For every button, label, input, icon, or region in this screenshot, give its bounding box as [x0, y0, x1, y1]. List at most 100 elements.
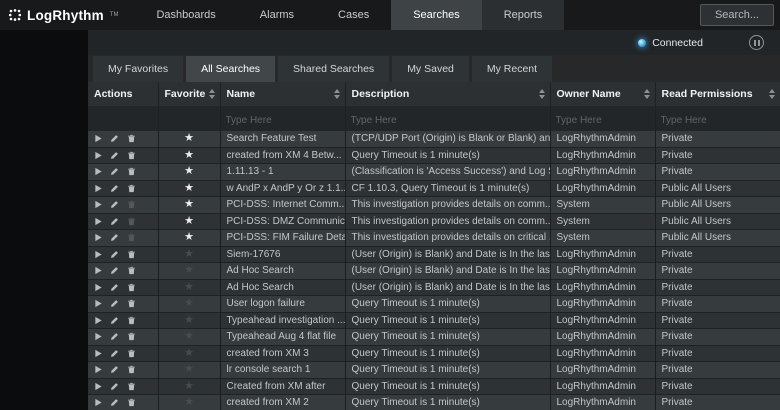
- edit-icon[interactable]: [108, 298, 122, 309]
- run-search-icon[interactable]: [91, 183, 105, 194]
- delete-icon[interactable]: [125, 199, 139, 210]
- delete-icon[interactable]: [125, 364, 139, 375]
- run-search-icon[interactable]: [91, 249, 105, 260]
- table-row[interactable]: ★ 1.11.13 - 1 (Classification is 'Access…: [88, 164, 780, 181]
- favorite-star[interactable]: ★: [184, 149, 194, 161]
- delete-icon[interactable]: [125, 315, 139, 326]
- nav-item-reports[interactable]: Reports: [482, 0, 565, 30]
- owner-filter-input[interactable]: [556, 115, 650, 126]
- tab-all-searches[interactable]: All Searches: [186, 56, 275, 82]
- run-search-icon[interactable]: [91, 166, 105, 177]
- edit-icon[interactable]: [108, 331, 122, 342]
- favorite-star[interactable]: ★: [184, 182, 194, 194]
- delete-icon[interactable]: [125, 232, 139, 243]
- table-row[interactable]: ★ Siem-17676 (User (Origin) is Blank) an…: [88, 246, 780, 263]
- edit-icon[interactable]: [108, 397, 122, 408]
- favorite-star[interactable]: ★: [184, 363, 194, 375]
- delete-icon[interactable]: [125, 133, 139, 144]
- edit-icon[interactable]: [108, 133, 122, 144]
- favorite-star[interactable]: ★: [184, 248, 194, 260]
- run-search-icon[interactable]: [91, 348, 105, 359]
- sort-icon[interactable]: [334, 89, 340, 99]
- table-row[interactable]: ★ PCI-DSS: DMZ Communic... This investig…: [88, 213, 780, 230]
- sort-icon[interactable]: [644, 89, 650, 99]
- nav-item-dashboards[interactable]: Dashboards: [134, 0, 237, 30]
- delete-icon[interactable]: [125, 331, 139, 342]
- table-row[interactable]: ★ created from XM 2 Query Timeout is 1 m…: [88, 395, 780, 410]
- name-filter-input[interactable]: [226, 115, 340, 126]
- run-search-icon[interactable]: [91, 216, 105, 227]
- favorite-star[interactable]: ★: [184, 297, 194, 309]
- table-row[interactable]: ★ Ad Hoc Search (User (Origin) is Blank)…: [88, 263, 780, 280]
- edit-icon[interactable]: [108, 364, 122, 375]
- description-filter-input[interactable]: [351, 115, 545, 126]
- favorite-star[interactable]: ★: [184, 231, 194, 243]
- edit-icon[interactable]: [108, 265, 122, 276]
- delete-icon[interactable]: [125, 216, 139, 227]
- global-search-button[interactable]: Search...: [700, 4, 774, 26]
- table-row[interactable]: ★ Created from XM after Query Timeout is…: [88, 378, 780, 395]
- favorite-star[interactable]: ★: [184, 198, 194, 210]
- edit-icon[interactable]: [108, 232, 122, 243]
- nav-item-searches[interactable]: Searches: [391, 0, 481, 30]
- edit-icon[interactable]: [108, 183, 122, 194]
- tab-my-saved[interactable]: My Saved: [392, 56, 469, 82]
- delete-icon[interactable]: [125, 249, 139, 260]
- favorite-star[interactable]: ★: [184, 264, 194, 276]
- favorite-star[interactable]: ★: [184, 330, 194, 342]
- tab-shared-searches[interactable]: Shared Searches: [278, 56, 389, 82]
- run-search-icon[interactable]: [91, 133, 105, 144]
- run-search-icon[interactable]: [91, 199, 105, 210]
- col-header-owner-name[interactable]: Owner Name: [550, 82, 655, 106]
- favorite-star[interactable]: ★: [184, 380, 194, 392]
- delete-icon[interactable]: [125, 183, 139, 194]
- edit-icon[interactable]: [108, 199, 122, 210]
- edit-icon[interactable]: [108, 348, 122, 359]
- table-row[interactable]: ★ PCI-DSS: FIM Failure Detail This inves…: [88, 230, 780, 247]
- table-row[interactable]: ★ Typeahead investigation ... Query Time…: [88, 312, 780, 329]
- permissions-filter-input[interactable]: [661, 115, 775, 126]
- edit-icon[interactable]: [108, 150, 122, 161]
- run-search-icon[interactable]: [91, 315, 105, 326]
- delete-icon[interactable]: [125, 282, 139, 293]
- table-row[interactable]: ★ created from XM 4 Betw... Query Timeou…: [88, 147, 780, 164]
- run-search-icon[interactable]: [91, 397, 105, 408]
- run-search-icon[interactable]: [91, 364, 105, 375]
- delete-icon[interactable]: [125, 397, 139, 408]
- col-header-name[interactable]: Name: [220, 82, 345, 106]
- edit-icon[interactable]: [108, 249, 122, 260]
- nav-item-alarms[interactable]: Alarms: [238, 0, 316, 30]
- favorite-star[interactable]: ★: [184, 132, 194, 144]
- table-row[interactable]: ★ Typeahead Aug 4 flat file Query Timeou…: [88, 329, 780, 346]
- run-search-icon[interactable]: [91, 381, 105, 392]
- table-row[interactable]: ★ User logon failure Query Timeout is 1 …: [88, 296, 780, 313]
- sort-icon[interactable]: [539, 89, 545, 99]
- delete-icon[interactable]: [125, 348, 139, 359]
- edit-icon[interactable]: [108, 381, 122, 392]
- col-header-favorite[interactable]: Favorite: [158, 82, 220, 106]
- pause-button[interactable]: [749, 35, 764, 50]
- run-search-icon[interactable]: [91, 150, 105, 161]
- table-row[interactable]: ★ Ad Hoc Search (User (Origin) is Blank)…: [88, 279, 780, 296]
- edit-icon[interactable]: [108, 216, 122, 227]
- delete-icon[interactable]: [125, 298, 139, 309]
- favorite-star[interactable]: ★: [184, 347, 194, 359]
- col-header-description[interactable]: Description: [345, 82, 550, 106]
- table-row[interactable]: ★ Search Feature Test (TCP/UDP Port (Ori…: [88, 131, 780, 147]
- delete-icon[interactable]: [125, 150, 139, 161]
- sort-icon[interactable]: [769, 89, 775, 99]
- favorite-star[interactable]: ★: [184, 314, 194, 326]
- delete-icon[interactable]: [125, 265, 139, 276]
- favorite-star[interactable]: ★: [184, 396, 194, 408]
- favorite-star[interactable]: ★: [184, 281, 194, 293]
- edit-icon[interactable]: [108, 282, 122, 293]
- col-header-read-permissions[interactable]: Read Permissions: [655, 82, 780, 106]
- tab-my-recent[interactable]: My Recent: [472, 56, 552, 82]
- nav-item-cases[interactable]: Cases: [316, 0, 391, 30]
- run-search-icon[interactable]: [91, 298, 105, 309]
- table-row[interactable]: ★ PCI-DSS: Internet Comm... This investi…: [88, 197, 780, 214]
- delete-icon[interactable]: [125, 381, 139, 392]
- edit-icon[interactable]: [108, 166, 122, 177]
- table-row[interactable]: ★ created from XM 3 Query Timeout is 1 m…: [88, 345, 780, 362]
- run-search-icon[interactable]: [91, 265, 105, 276]
